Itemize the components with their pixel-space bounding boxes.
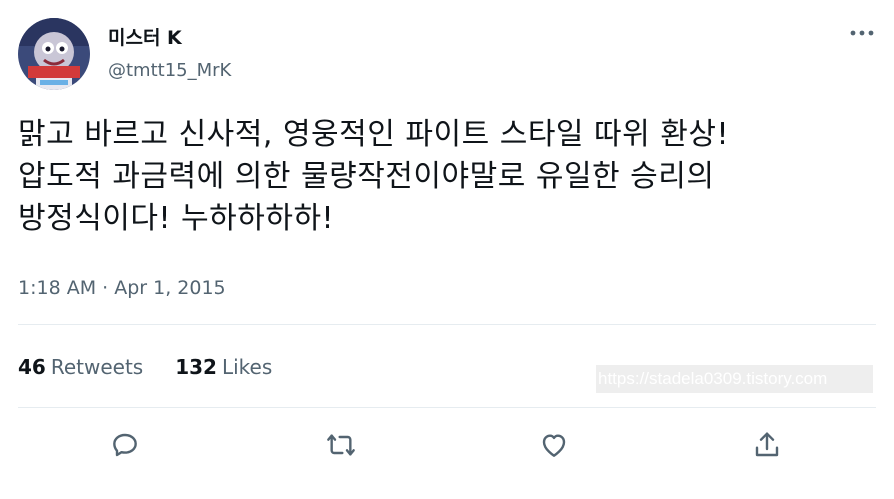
likes-stat[interactable]: 132 Likes [175, 354, 272, 380]
user-handle[interactable]: @tmtt15_MrK [108, 60, 231, 82]
retweets-count: 46 [18, 355, 46, 379]
tweet-card: 미스터 K @tmtt15_MrK 맑고 바르고 신사적, 영웅적인 파이트 스… [0, 0, 894, 499]
tweet-timestamp[interactable]: 1:18 AM · Apr 1, 2015 [18, 276, 226, 300]
watermark: https://stadela0309.tistory.com [596, 365, 873, 393]
display-name[interactable]: 미스터 K [108, 26, 231, 50]
retweets-label: Retweets [50, 355, 144, 379]
retweets-stat[interactable]: 46 Retweets [18, 354, 143, 380]
reply-bubble-icon[interactable] [102, 422, 148, 468]
divider [18, 324, 876, 325]
tweet-text: 맑고 바르고 신사적, 영웅적인 파이트 스타일 따위 환상! 압도적 과금력에… [18, 117, 730, 236]
share-upload-icon[interactable] [744, 422, 790, 468]
more-dots-icon[interactable] [846, 20, 878, 46]
action-bar [0, 422, 894, 468]
avatar[interactable] [18, 18, 90, 90]
likes-count: 132 [175, 355, 217, 379]
divider [18, 407, 876, 408]
retweet-arrows-icon[interactable] [318, 422, 364, 468]
author-block: 미스터 K @tmtt15_MrK [108, 26, 231, 82]
heart-icon[interactable] [531, 422, 577, 468]
engagement-stats: 46 Retweets 132 Likes [18, 354, 304, 380]
likes-label: Likes [221, 355, 273, 379]
